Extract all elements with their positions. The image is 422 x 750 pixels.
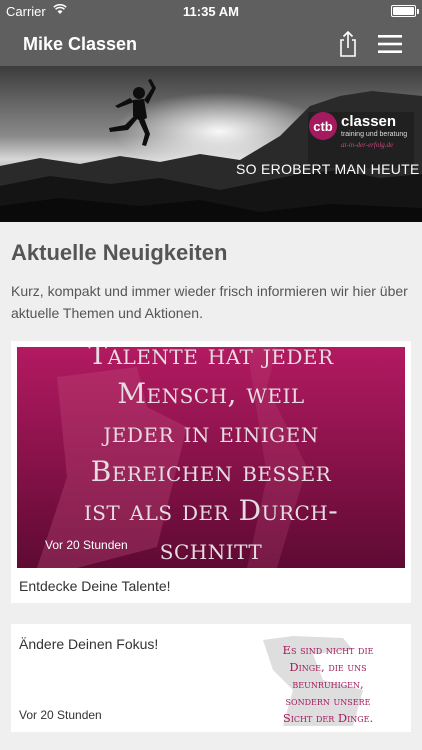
hero-tagline: SO EROBERT MAN HEUTE: [236, 161, 420, 177]
post-timestamp: Vor 20 Stunden: [45, 538, 128, 552]
news-title: Aktuelle Neuigkeiten: [11, 240, 228, 265]
post-caption: Entdecke Deine Talente!: [19, 578, 171, 594]
quote-line: Es sind nicht die: [282, 643, 374, 657]
news-description: Kurz, kompakt und immer wieder frisch in…: [11, 283, 408, 321]
quote-line: ist als der Durch-: [83, 494, 339, 527]
quote-line: Bereichen besser: [90, 455, 332, 488]
news-card-2[interactable]: Ändere Deinen Fokus! Vor 20 Stunden Es s…: [11, 624, 411, 732]
quote-line: Mensch, weil: [117, 377, 305, 410]
svg-text:ctb: ctb: [313, 119, 333, 134]
quote-line: Dinge, die uns: [289, 660, 367, 674]
share-icon[interactable]: [336, 30, 360, 58]
clock: 11:35 AM: [183, 4, 239, 19]
post-quote: Es sind nicht die Dinge, die uns beunruh…: [253, 642, 403, 726]
battery-icon: [391, 5, 419, 17]
app-title: Mike Classen: [23, 34, 138, 54]
status-bar: Carrier 11:35 AM: [0, 0, 422, 22]
post-caption: Ändere Deinen Fokus!: [19, 636, 159, 652]
logo-url: at-in-der-erfolg.de: [341, 141, 394, 149]
quote-line: sondern unsere: [285, 694, 371, 708]
quote-line: beunruhigen,: [292, 677, 364, 691]
post-image: Talente hat jeder Mensch, weil jeder in …: [17, 347, 405, 568]
quote-line: Talente hat jeder: [88, 347, 334, 371]
logo-name: classen: [341, 113, 397, 130]
hamburger-menu-icon[interactable]: [378, 34, 402, 54]
post-timestamp: Vor 20 Stunden: [19, 708, 102, 722]
post-quote: Talente hat jeder Mensch, weil jeder in …: [17, 347, 405, 568]
hero-banner: ctb classen training und beratung at-in-…: [0, 66, 422, 222]
post-image: Es sind nicht die Dinge, die uns beunruh…: [253, 630, 403, 726]
news-card-1[interactable]: Talente hat jeder Mensch, weil jeder in …: [11, 341, 411, 603]
quote-line: Sicht der Dinge.: [282, 711, 374, 725]
quote-line: jeder in einigen: [103, 416, 319, 449]
logo-subtitle: training und beratung: [341, 131, 408, 138]
navigation-bar: Mike Classen: [0, 22, 422, 66]
